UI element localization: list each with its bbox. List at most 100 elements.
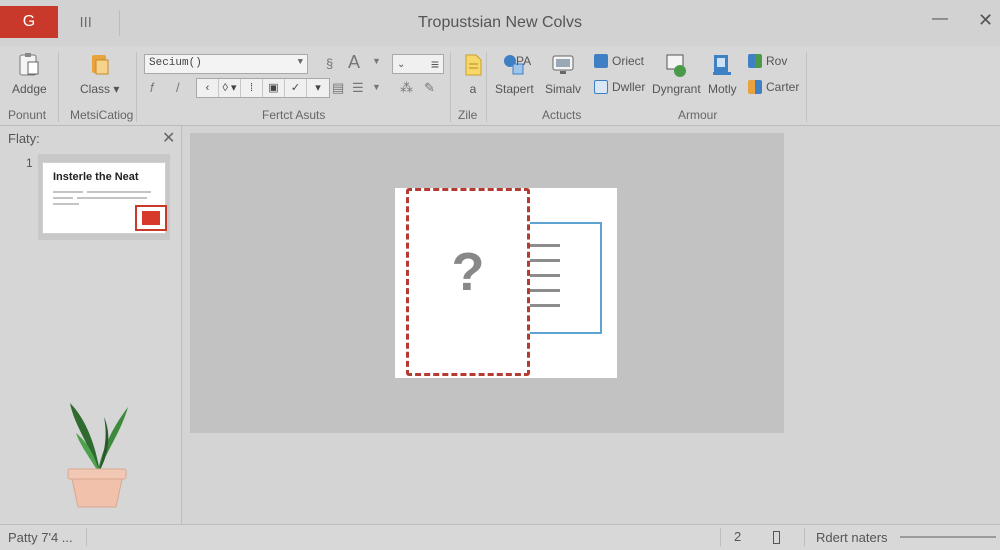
rov-label: Rov xyxy=(766,54,788,68)
ribbon-separator xyxy=(450,52,451,122)
modify-icon xyxy=(713,55,732,75)
check-icon[interactable]: ✓ xyxy=(285,79,307,97)
carter-button[interactable]: Carter xyxy=(748,80,799,94)
chevron-down-icon[interactable]: ▼ xyxy=(372,56,381,66)
format-buttons-row: ‹ ◊ ▾ ⁞ ▣ ✓ ▾ xyxy=(196,78,330,98)
font-name-value: Secium() xyxy=(149,57,202,69)
close-pane-icon[interactable]: ✕ xyxy=(162,128,175,148)
status-separator xyxy=(720,528,721,546)
font-size-icon[interactable]: § xyxy=(326,56,333,71)
group-label-ponunt: Ponunt xyxy=(8,108,47,122)
frame-icon[interactable]: ▣ xyxy=(263,79,285,97)
text-line xyxy=(530,304,560,307)
pa-button[interactable]: PA xyxy=(516,54,531,68)
pen-icon[interactable]: ✎ xyxy=(424,80,435,96)
list-icon[interactable]: ☰ xyxy=(352,80,364,96)
quick-access-toolbar[interactable]: lll xyxy=(80,14,92,30)
simalv-button[interactable]: Simalv xyxy=(545,52,581,96)
image-placeholder[interactable]: ? xyxy=(406,188,530,376)
table-icon[interactable]: ▤ xyxy=(332,80,344,96)
ribbon: Addge Ponunt Class ▾ MetsiCatiog Secium(… xyxy=(0,46,1000,126)
chart-icon xyxy=(748,80,762,94)
align-dropdown[interactable]: ⌄ ≡ xyxy=(392,54,444,74)
thumb-line xyxy=(53,203,79,205)
thumbnail-slide: Insterle the Neat xyxy=(42,162,167,234)
thumb-line xyxy=(77,197,147,199)
close-window-button[interactable]: ✕ xyxy=(978,10,993,31)
strike-icon[interactable]: / xyxy=(176,80,180,95)
ribbon-separator xyxy=(136,52,137,122)
chevron-down-icon[interactable]: ▼ xyxy=(372,82,381,92)
thumbnail-picture-icon xyxy=(135,205,167,231)
grid-icon xyxy=(748,54,762,68)
simalv-label: Simalv xyxy=(545,82,582,96)
diagram-icon xyxy=(666,54,687,77)
ribbon-separator xyxy=(58,52,59,122)
chevron-down-icon: ▼ xyxy=(297,57,303,67)
font-name-dropdown[interactable]: Secium() ▼ xyxy=(144,54,308,74)
status-separator xyxy=(86,528,87,546)
file-button[interactable]: a xyxy=(460,52,486,96)
thumb-line xyxy=(53,197,73,199)
zoom-slider[interactable] xyxy=(900,536,996,538)
group-label-fertct-asuts: Fertct Asuts xyxy=(262,108,326,122)
oriect-button[interactable]: Oriect xyxy=(594,54,644,68)
group-label-armour: Armour xyxy=(678,108,718,122)
motly-button[interactable]: Motly xyxy=(708,52,737,96)
group-label-actucts: Actucts xyxy=(542,108,582,122)
ribbon-separator xyxy=(486,52,487,122)
status-info: Patty 7'4 ... xyxy=(8,530,73,545)
title-separator xyxy=(119,10,120,36)
align-lines-icon: ≡ xyxy=(430,56,439,72)
status-separator xyxy=(804,528,805,546)
question-mark-icon: ? xyxy=(451,242,485,302)
thumbnail-title: Insterle the Neat xyxy=(53,171,139,183)
content-frame[interactable] xyxy=(530,222,602,334)
font-color-icon[interactable]: A xyxy=(348,52,360,73)
status-bar: Patty 7'4 ... 2 Rdert naters xyxy=(0,524,1000,550)
stapert-label: Stapert xyxy=(495,82,534,96)
slide-canvas[interactable]: ? xyxy=(190,133,784,433)
rov-button[interactable]: Rov xyxy=(748,54,787,68)
chevron-down-icon: ⌄ xyxy=(397,58,406,70)
minimize-button[interactable]: — xyxy=(932,10,948,28)
slide-number: 1 xyxy=(26,156,33,170)
oriect-label: Oriect xyxy=(612,54,645,68)
dyngrant-button[interactable]: Dyngrant xyxy=(652,52,701,96)
dwller-label: Dwller xyxy=(612,80,646,94)
paste-icon xyxy=(19,53,39,76)
window-title: Tropustsian New Colvs xyxy=(418,14,582,31)
chevron-down-icon[interactable]: ▾ xyxy=(307,79,329,97)
current-slide[interactable]: ? xyxy=(395,188,617,378)
group-label-zile: Zile xyxy=(458,108,478,122)
draw-icon xyxy=(594,80,608,94)
group-label-metsicatiog: MetsiCatiog xyxy=(70,108,134,122)
page-indicator: 2 xyxy=(734,529,742,544)
indent-icon[interactable]: ⁞ xyxy=(241,79,263,97)
ribbon-separator xyxy=(806,52,807,122)
plant-image xyxy=(67,403,128,508)
pane-title: Flaty: xyxy=(8,131,40,146)
view-icon[interactable] xyxy=(773,531,780,544)
text-line xyxy=(530,289,560,292)
carter-label: Carter xyxy=(766,80,800,94)
thumb-line xyxy=(87,191,151,193)
back-icon[interactable]: ‹ xyxy=(197,79,219,97)
class-label: Class ▾ xyxy=(80,82,120,96)
slide-thumbnail[interactable]: Insterle the Neat xyxy=(38,154,170,240)
italic-icon[interactable]: 𝑓 xyxy=(150,80,154,96)
text-line xyxy=(530,244,560,247)
class-button[interactable]: Class ▾ xyxy=(80,52,119,96)
thumb-line xyxy=(53,191,83,193)
file-label: a xyxy=(469,82,477,96)
format-painter-icon xyxy=(91,55,109,75)
addge-label: Addge xyxy=(12,82,47,96)
document-icon xyxy=(465,54,482,76)
rotate-icon[interactable]: ◊ ▾ xyxy=(219,79,241,97)
dyngrant-label: Dyngrant xyxy=(652,82,701,96)
dwller-button[interactable]: Dwller xyxy=(594,80,645,94)
pa-label: PA xyxy=(516,54,532,68)
app-menu-button[interactable]: G xyxy=(0,6,58,38)
addge-button[interactable]: Addge xyxy=(12,52,47,96)
spacing-icon[interactable]: ⁂ xyxy=(400,80,413,96)
